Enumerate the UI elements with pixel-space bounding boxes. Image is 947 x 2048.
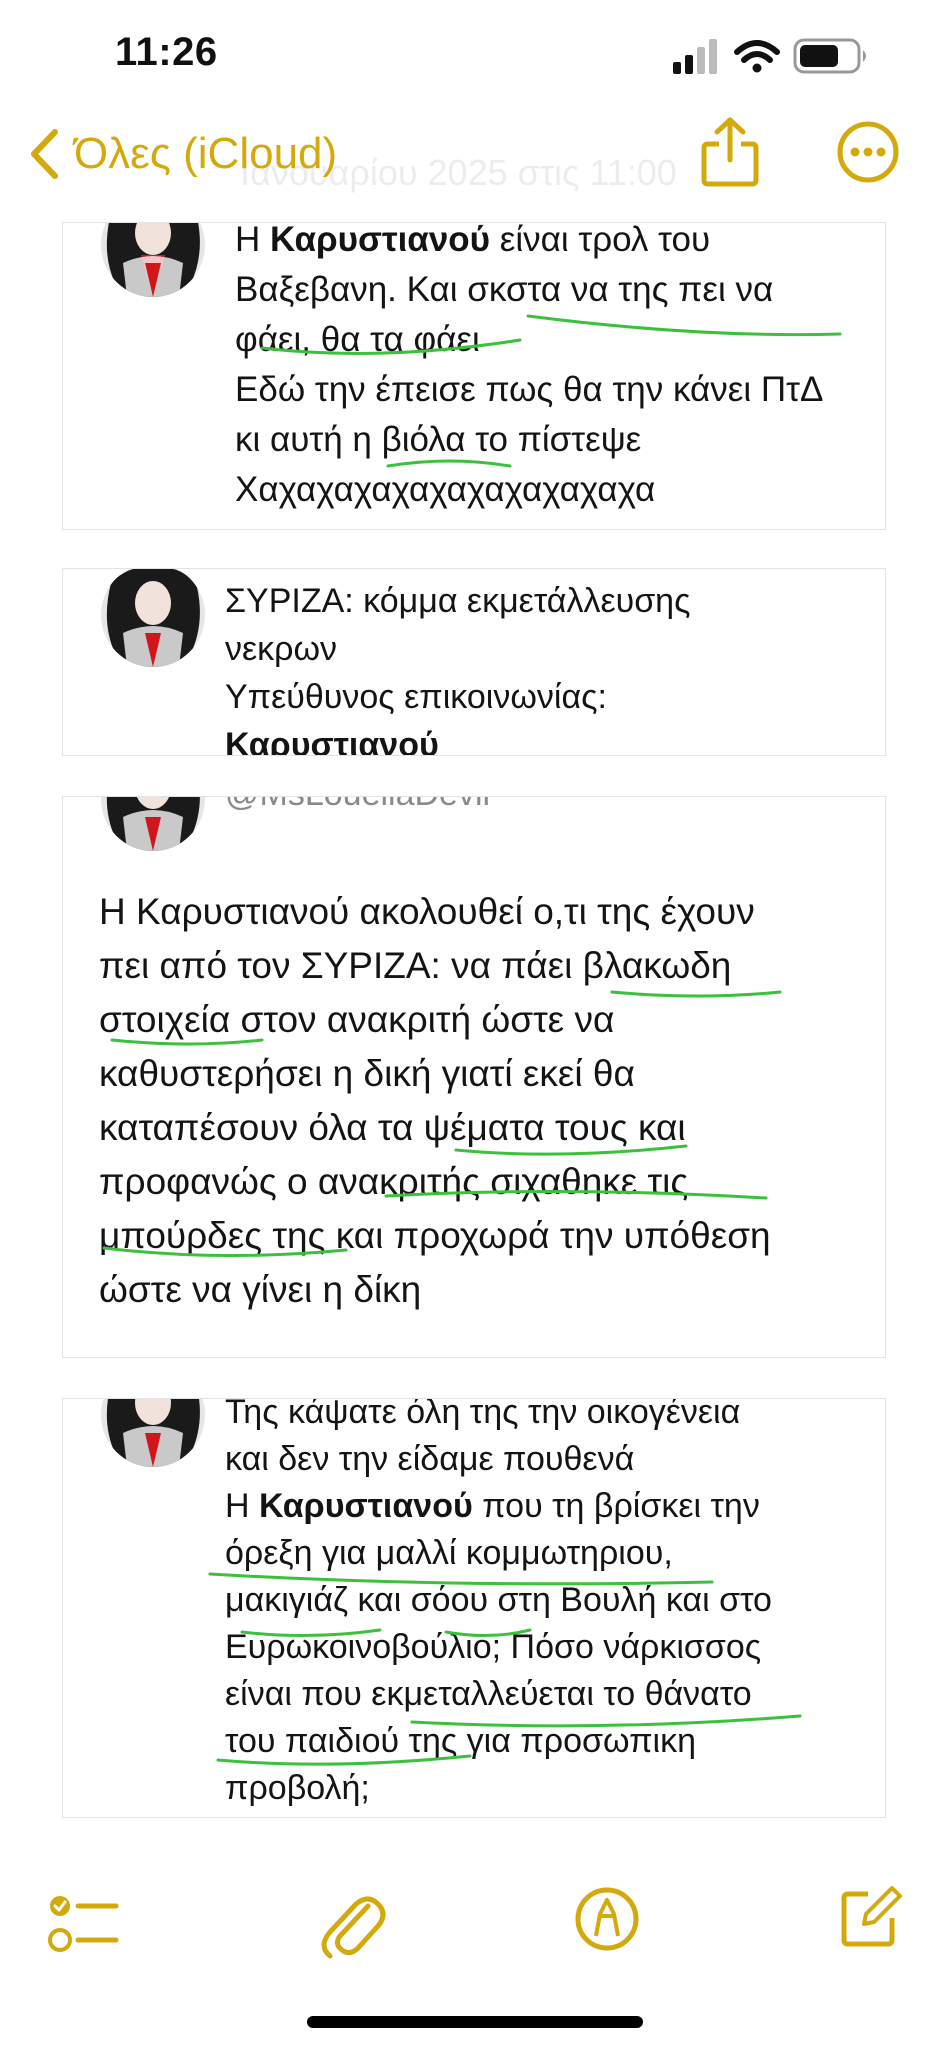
text-line: Χαχαχαχαχαχαχαχαχαχαχα [235, 470, 656, 509]
avatar [101, 569, 205, 667]
share-button[interactable] [700, 116, 760, 192]
tweet-card: Της κάψατε όλη της την οικογένεια και δε… [62, 1398, 886, 1818]
text-line: Καρυστιανού [225, 726, 439, 756]
avatar [101, 797, 205, 851]
text-line: όρεξη για μαλλί κομμωτηριου, [225, 1534, 673, 1572]
text-line: είναι που εκμεταλλεύεται το θάνατο [225, 1675, 752, 1713]
text-line: Υπεύθυνος επικοινωνίας: [225, 678, 607, 716]
text-line: ΣΥΡΙΖΑ: κόμμα εκμετάλλευσης [225, 582, 691, 620]
nav-bar: Ιανουαρίου 2025 στις 11:00 Όλες (iCloud) [0, 110, 947, 220]
text-line: ώστε να γίνει η δίκη [99, 1269, 422, 1310]
tweet-card: Η Καρυστιανού είναι τρολ του Βαξεβανη. Κ… [62, 222, 886, 530]
text-line: καθυστερήσει η δική γιατί εκεί θα [99, 1053, 635, 1094]
tweet-handle: @MsLouellaDevil [225, 797, 490, 814]
text-line: νεκρων [225, 630, 338, 668]
bottom-toolbar [0, 1840, 947, 1990]
avatar [101, 223, 205, 297]
attachment-button[interactable] [316, 1884, 386, 1964]
text-line: μακιγιάζ και σόου στη Βουλή και στο [225, 1581, 772, 1619]
back-label: Όλες (iCloud) [74, 129, 338, 178]
text-line: Βαξεβανη. Και σκστα να της πει να [235, 270, 774, 309]
text-line: φάει, θα τα φάει [235, 320, 480, 359]
back-chevron-icon [31, 129, 58, 179]
text-line: Εδώ την έπεισε πως θα την κάνει ΠτΔ [235, 370, 824, 409]
text-line: Η Καρυστιανού ακολουθεί ο,τι της έχουν [99, 891, 755, 932]
more-button[interactable] [836, 120, 900, 188]
markup-button[interactable] [574, 1886, 640, 1956]
text-line: καταπέσουν όλα τα ψέματα τους και [99, 1107, 686, 1148]
text-line: Η Καρυστιανού που τη βρίσκει την [225, 1487, 760, 1525]
tweet-card: ΣΥΡΙΖΑ: κόμμα εκμετάλλευσης νεκρων Υπεύθ… [62, 568, 886, 756]
attachment-icon [321, 1896, 386, 1959]
share-icon [701, 117, 759, 187]
compose-button[interactable] [838, 1882, 902, 1954]
tweet-text: Η Καρυστιανού είναι τρολ του Βαξεβανη. Κ… [235, 222, 824, 515]
text-line: Ευρωκοινοβούλιο; Πόσο νάρκισσος [225, 1628, 762, 1666]
checklist-icon [48, 1896, 119, 1952]
avatar [101, 1399, 205, 1467]
text-line: προβολή; [225, 1769, 370, 1807]
tweet-text: ΣΥΡΙΖΑ: κόμμα εκμετάλλευσης νεκρων Υπεύθ… [225, 577, 691, 756]
text-line: Η Καρυστιανού είναι τρολ του [235, 222, 711, 259]
text-line: μπούρδες της και προχωρά την υπόθεση [99, 1215, 771, 1256]
text-line: του παιδιού της για προσωπικη [225, 1722, 697, 1760]
home-indicator [307, 2016, 643, 2028]
compose-icon [841, 1886, 902, 1947]
tweet-card: @MsLouellaDevil Η Καρυστιανού ακολουθεί … [62, 796, 886, 1358]
text-line: και δεν την είδαμε πουθενά [225, 1440, 635, 1478]
text-line: προφανώς ο ανακριτής σιχαθηκε τις [99, 1161, 689, 1202]
text-line: Της κάψατε όλη της την οικογένεια [225, 1398, 741, 1431]
text-line: στοιχεία στον ανακριτή ώστε να [99, 999, 615, 1040]
tweet-text: Της κάψατε όλη της την οικογένεια και δε… [225, 1398, 772, 1812]
back-button[interactable]: Όλες (iCloud) [28, 124, 337, 184]
tweet-text: Η Καρυστιανού ακολουθεί ο,τι της έχουν π… [99, 885, 771, 1317]
more-icon [837, 121, 899, 183]
checklist-button[interactable] [48, 1892, 120, 1960]
text-line: κι αυτή η βιόλα το πίστεψε [235, 420, 642, 459]
note-content[interactable]: Η Καρυστιανού είναι τρολ του Βαξεβανη. Κ… [0, 0, 947, 2048]
markup-icon [575, 1887, 639, 1951]
text-line: πει από τον ΣΥΡΙΖΑ: να πάει βλακωδη [99, 945, 732, 986]
